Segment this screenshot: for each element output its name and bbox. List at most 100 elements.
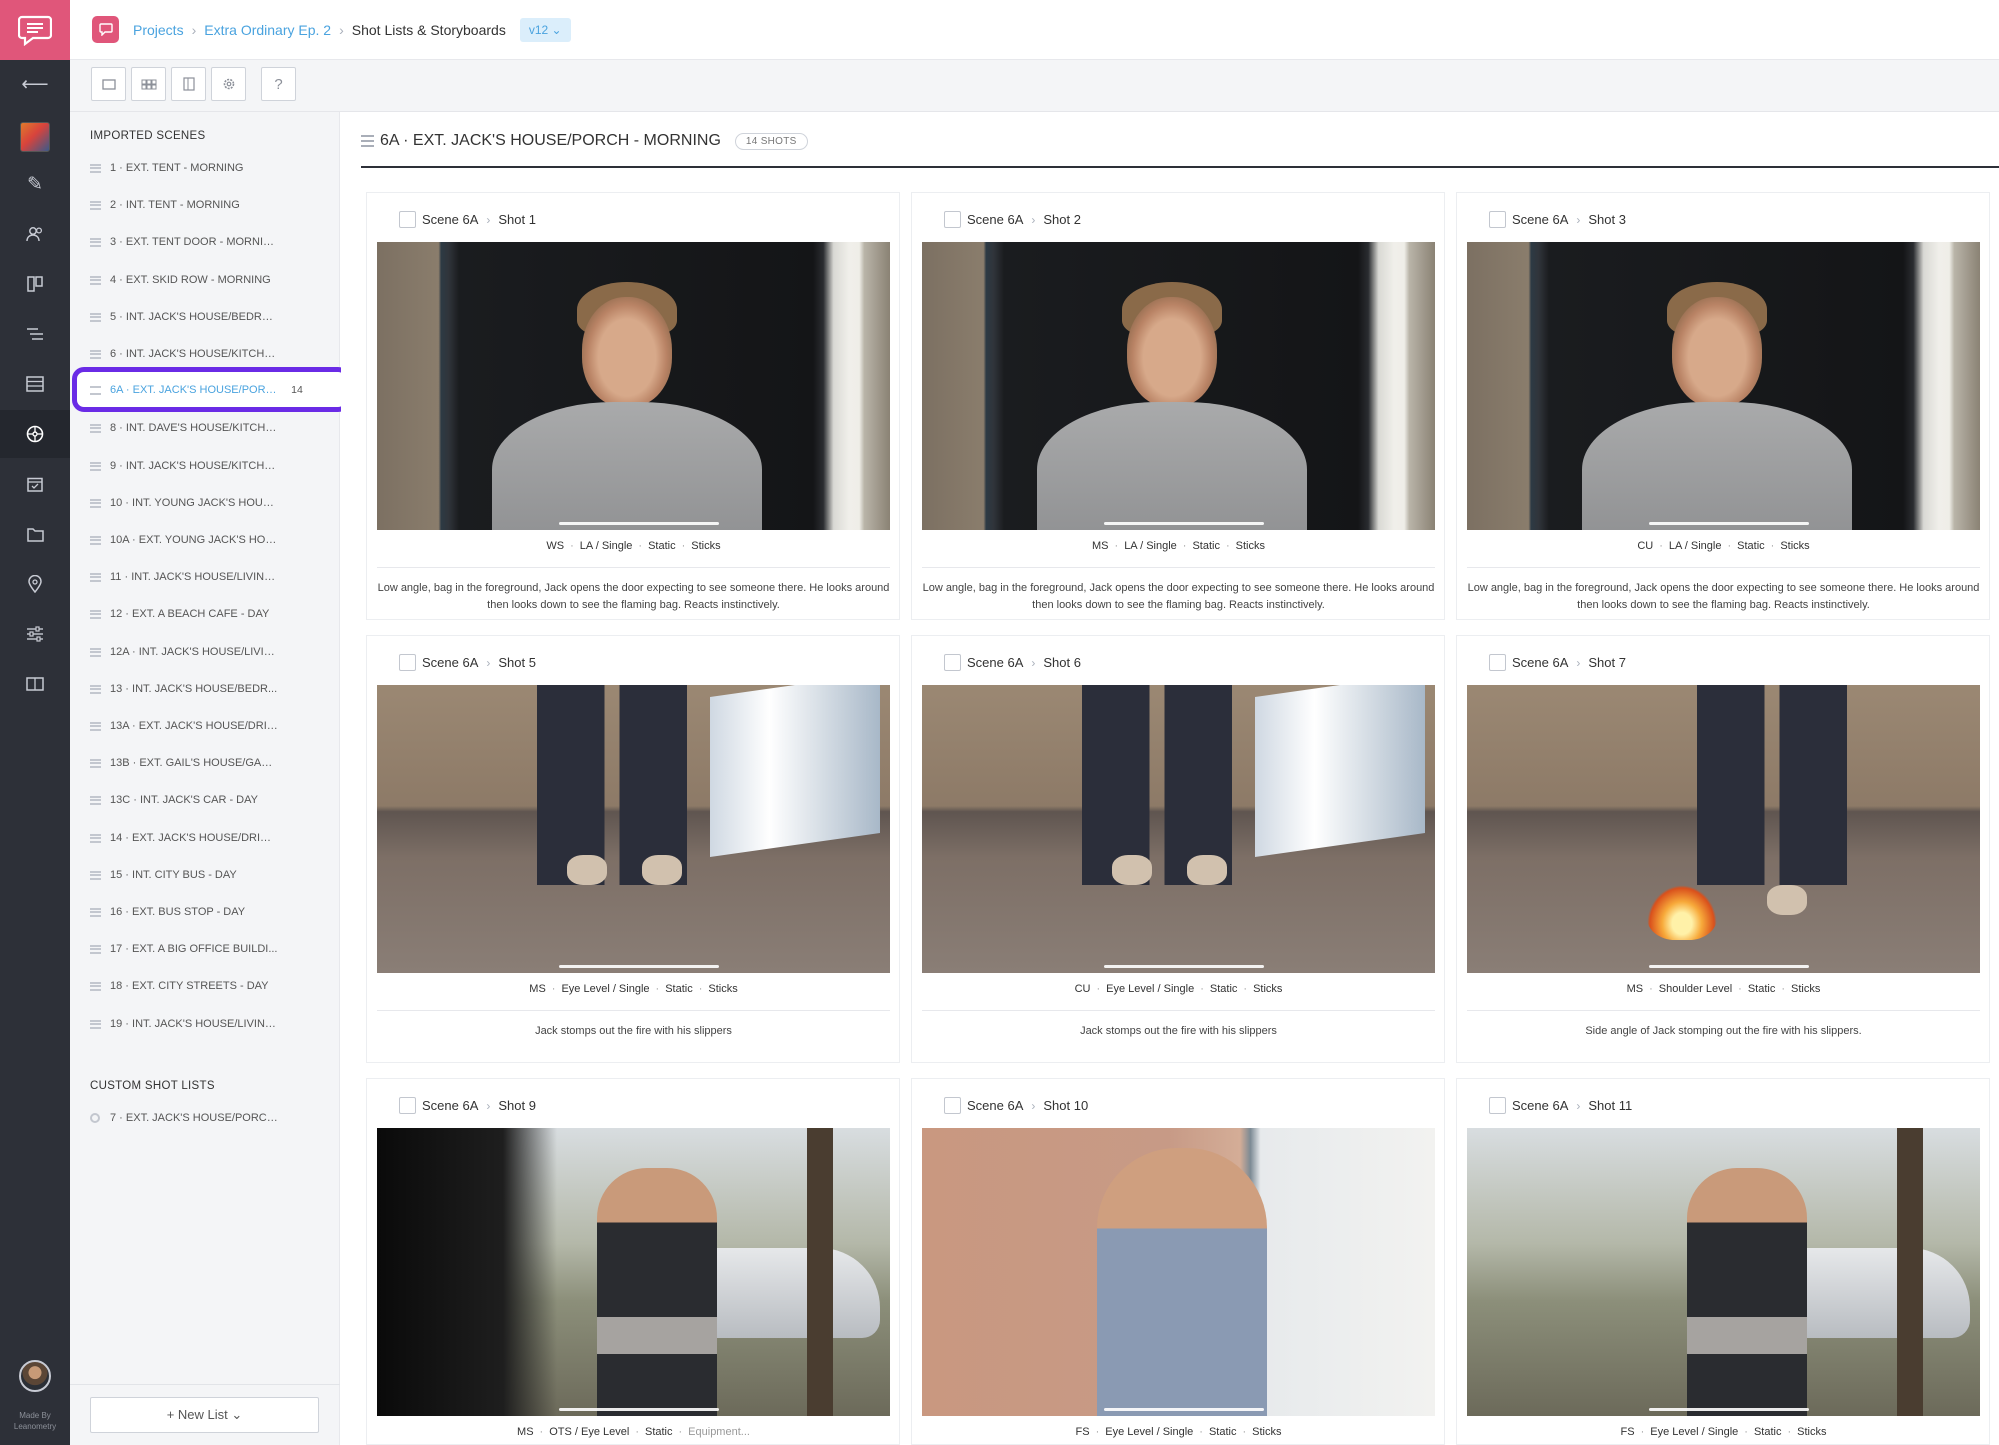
image-figure: [1697, 685, 1847, 885]
storyboard-icon[interactable]: [0, 410, 70, 458]
camera-equipment: Sticks: [1797, 1426, 1827, 1438]
shot-number-label[interactable]: Shot 7: [1588, 655, 1626, 670]
video-scrub-bar[interactable]: [1104, 965, 1264, 968]
shot-number-label[interactable]: Shot 9: [498, 1098, 536, 1113]
active-scene-row[interactable]: 6A · EXT. JACK'S HOUSE/PORC... 14: [90, 377, 335, 403]
people-icon[interactable]: [0, 210, 70, 258]
shot-card[interactable]: Scene 6A › Shot 5 MS · Eye Level / Single · Sta…: [366, 635, 900, 1063]
user-avatar[interactable]: [19, 1360, 51, 1392]
shot-size: MS: [529, 983, 546, 995]
separator-dot: ·: [1649, 983, 1653, 995]
shot-number-label[interactable]: Shot 1: [498, 212, 536, 227]
shot-storyboard-image[interactable]: [1467, 242, 1980, 530]
shot-storyboard-image[interactable]: [922, 1128, 1435, 1416]
scene-name: 2 · INT. TENT - MORNING: [110, 199, 240, 211]
video-scrub-bar[interactable]: [559, 522, 719, 525]
split-view-button[interactable]: [171, 67, 206, 101]
book-icon[interactable]: [0, 660, 70, 708]
shot-storyboard-image[interactable]: [377, 242, 890, 530]
list-icon[interactable]: [0, 310, 70, 358]
version-dropdown[interactable]: v12 ⌄: [519, 17, 571, 42]
location-pin-icon[interactable]: [0, 560, 70, 608]
shot-select-checkbox[interactable]: [944, 211, 961, 228]
shot-number-label[interactable]: Shot 5: [498, 655, 536, 670]
video-scrub-bar[interactable]: [559, 965, 719, 968]
help-button[interactable]: ?: [261, 67, 296, 101]
shot-number-label[interactable]: Shot 2: [1043, 212, 1081, 227]
top-header: Projects › Extra Ordinary Ep. 2 › Shot L…: [70, 0, 1999, 60]
shot-card[interactable]: Scene 6A › Shot 2 MS · LA / Single · Static · Sti…: [911, 192, 1445, 620]
shot-number-label[interactable]: Shot 3: [1588, 212, 1626, 227]
settings-button[interactable]: [211, 67, 246, 101]
sliders-icon[interactable]: [0, 610, 70, 658]
breadcrumb-projects[interactable]: Projects: [133, 22, 184, 38]
project-chat-icon[interactable]: [92, 16, 119, 43]
single-view-button[interactable]: [91, 67, 126, 101]
shot-specs: MS · OTS / Eye Level · Static · Equipment...: [377, 1426, 890, 1438]
board-icon[interactable]: [0, 260, 70, 308]
shot-select-checkbox[interactable]: [1489, 211, 1506, 228]
image-figure: [1037, 402, 1307, 530]
shot-number-label[interactable]: Shot 10: [1043, 1098, 1088, 1113]
imported-scenes-heading: IMPORTED SCENES: [90, 130, 206, 142]
shot-number-label[interactable]: Shot 6: [1043, 655, 1081, 670]
shot-number-label[interactable]: Shot 11: [1588, 1098, 1632, 1113]
shot-select-checkbox[interactable]: [944, 1097, 961, 1114]
video-scrub-bar[interactable]: [1649, 1408, 1809, 1411]
new-list-button[interactable]: + New List ⌄: [90, 1397, 319, 1433]
video-scrub-bar[interactable]: [1104, 1408, 1264, 1411]
scene-lines-icon: [90, 312, 101, 322]
video-scrub-bar[interactable]: [559, 1408, 719, 1411]
shot-card[interactable]: Scene 6A › Shot 10 FS · Eye Level / Single · St…: [911, 1078, 1445, 1445]
shot-select-checkbox[interactable]: [399, 654, 416, 671]
image-figure: [1672, 297, 1762, 407]
pencil-icon[interactable]: ✎: [0, 160, 70, 208]
shot-card[interactable]: Scene 6A › Shot 3 CU · LA / Single · Static · Sti…: [1456, 192, 1990, 620]
scene-lines-icon: [90, 684, 101, 694]
shot-card[interactable]: Scene 6A › Shot 7 MS · Shoulder Level · Static ·…: [1456, 635, 1990, 1063]
shot-card[interactable]: Scene 6A › Shot 11 FS · Eye Level / Single · St…: [1456, 1078, 1990, 1445]
camera-movement: Static: [1747, 983, 1776, 995]
shot-storyboard-image[interactable]: [1467, 1128, 1980, 1416]
shot-select-checkbox[interactable]: [944, 654, 961, 671]
shot-storyboard-image[interactable]: [922, 685, 1435, 973]
shot-select-checkbox[interactable]: [1489, 654, 1506, 671]
strip-icon[interactable]: [0, 360, 70, 408]
scene-name: 19 · INT. JACK'S HOUSE/LIVING...: [110, 1018, 278, 1030]
camera-equipment: Sticks: [1780, 540, 1810, 552]
separator-dot: ·: [681, 540, 686, 552]
folder-icon[interactable]: [0, 510, 70, 558]
project-thumbnail[interactable]: [20, 122, 50, 152]
camera-angle: LA / Single: [1124, 540, 1177, 552]
scene-lines-icon: [90, 721, 101, 731]
chevron-right-icon: ›: [1031, 212, 1036, 227]
scene-name: 14 · EXT. JACK'S HOUSE/DRIVE...: [110, 832, 278, 844]
separator-dot: ·: [678, 1426, 683, 1438]
breadcrumb-project[interactable]: Extra Ordinary Ep. 2: [204, 22, 331, 38]
app-logo[interactable]: [0, 0, 70, 60]
shot-storyboard-image[interactable]: [377, 1128, 890, 1416]
scene-name: 12 · EXT. A BEACH CAFE - DAY: [110, 608, 270, 620]
calendar-icon[interactable]: [0, 460, 70, 508]
video-scrub-bar[interactable]: [1649, 965, 1809, 968]
video-scrub-bar[interactable]: [1649, 522, 1809, 525]
shot-select-checkbox[interactable]: [1489, 1097, 1506, 1114]
shot-storyboard-image[interactable]: [1467, 685, 1980, 973]
shot-storyboard-image[interactable]: [377, 685, 890, 973]
shot-select-checkbox[interactable]: [399, 1097, 416, 1114]
back-arrow-icon[interactable]: ⟵: [0, 60, 70, 108]
shot-card[interactable]: Scene 6A › Shot 1 WS · LA / Single · Static · Sti…: [366, 192, 900, 620]
shot-storyboard-image[interactable]: [922, 242, 1435, 530]
scene-lines-icon: [90, 944, 101, 954]
video-scrub-bar[interactable]: [1104, 522, 1264, 525]
chevron-right-icon: ›: [1576, 655, 1581, 670]
image-figure: [582, 297, 672, 407]
shot-select-checkbox[interactable]: [399, 211, 416, 228]
scene-name: 1 · EXT. TENT - MORNING: [110, 162, 244, 174]
shot-scene-label: Scene 6A: [967, 212, 1024, 227]
grid-view-button[interactable]: [131, 67, 166, 101]
chevron-right-icon: ›: [1031, 1098, 1036, 1113]
scene-name: 16 · EXT. BUS STOP - DAY: [110, 906, 246, 918]
shot-card[interactable]: Scene 6A › Shot 9 MS · OTS / Eye Level · Static…: [366, 1078, 900, 1445]
shot-card[interactable]: Scene 6A › Shot 6 CU · Eye Level / Single · Sta…: [911, 635, 1445, 1063]
